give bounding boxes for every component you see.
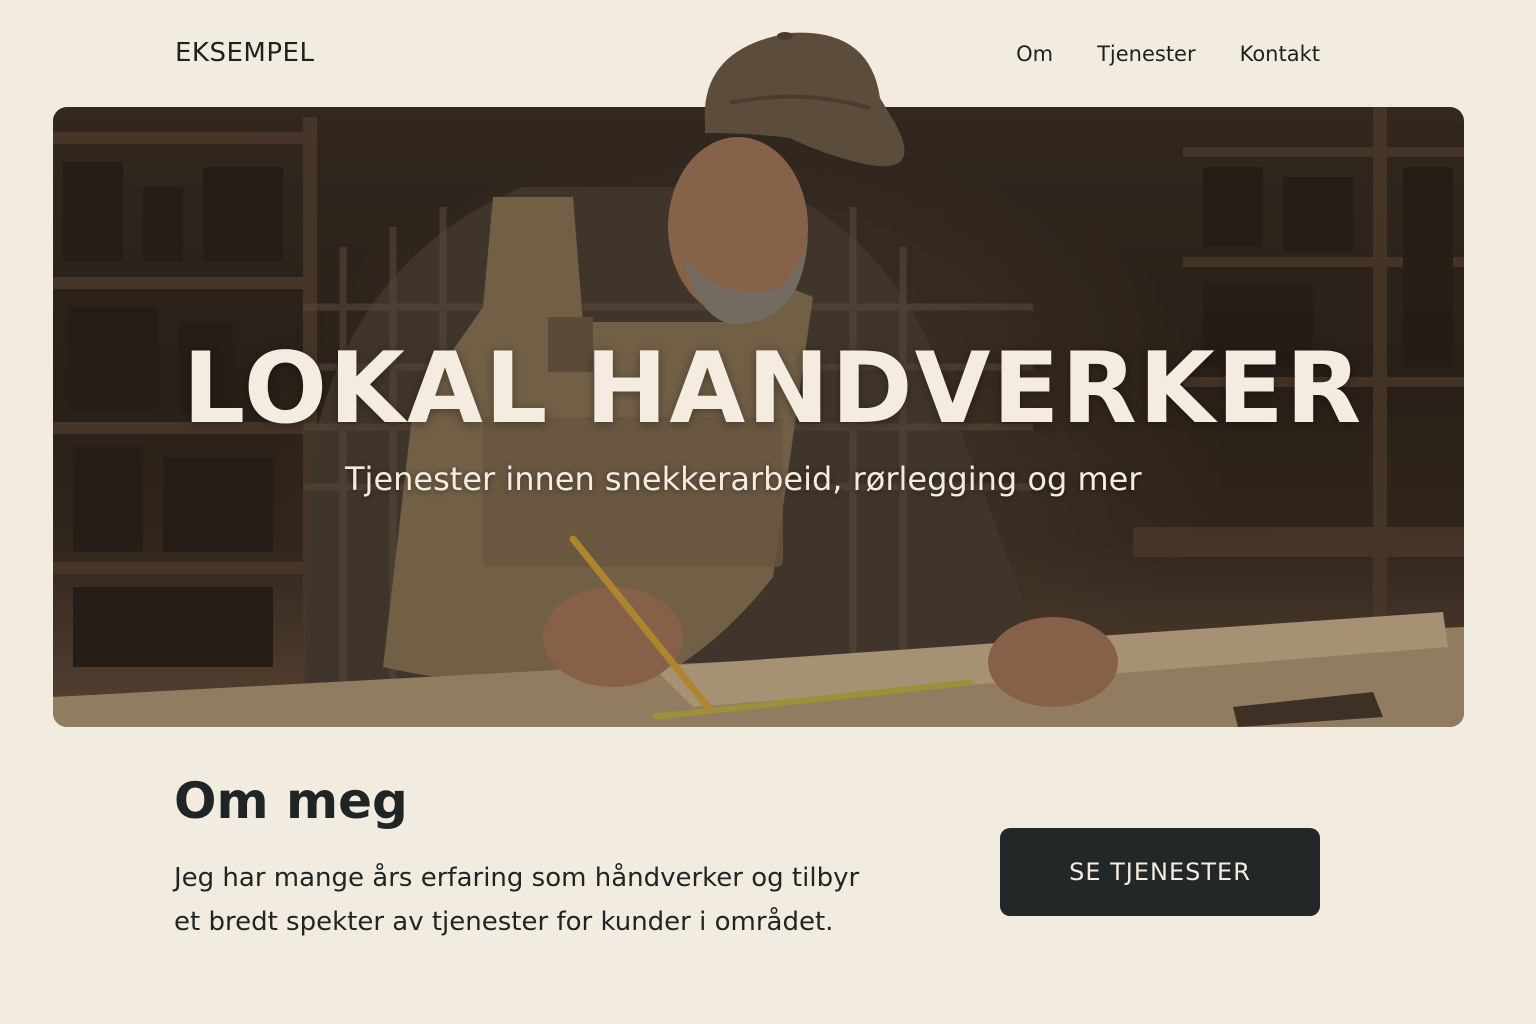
brand-logo[interactable]: EKSEMPEL	[175, 38, 314, 68]
hero-subtitle: Tjenester innen snekkerarbeid, rørleggin…	[345, 460, 1142, 498]
nav-link-tjenester[interactable]: Tjenester	[1097, 42, 1196, 66]
main-nav: Om Tjenester Kontakt	[1016, 42, 1320, 66]
hero-section: LOKAL HANDVERKER Tjenester innen snekker…	[53, 107, 1464, 727]
nav-link-om[interactable]: Om	[1016, 42, 1053, 66]
hero-title: LOKAL HANDVERKER	[182, 332, 1364, 446]
about-heading: Om meg	[174, 772, 408, 830]
see-services-button[interactable]: SE TJENESTER	[1000, 828, 1320, 916]
about-text: Jeg har mange års erfaring som håndverke…	[174, 863, 860, 937]
nav-link-kontakt[interactable]: Kontakt	[1240, 42, 1320, 66]
